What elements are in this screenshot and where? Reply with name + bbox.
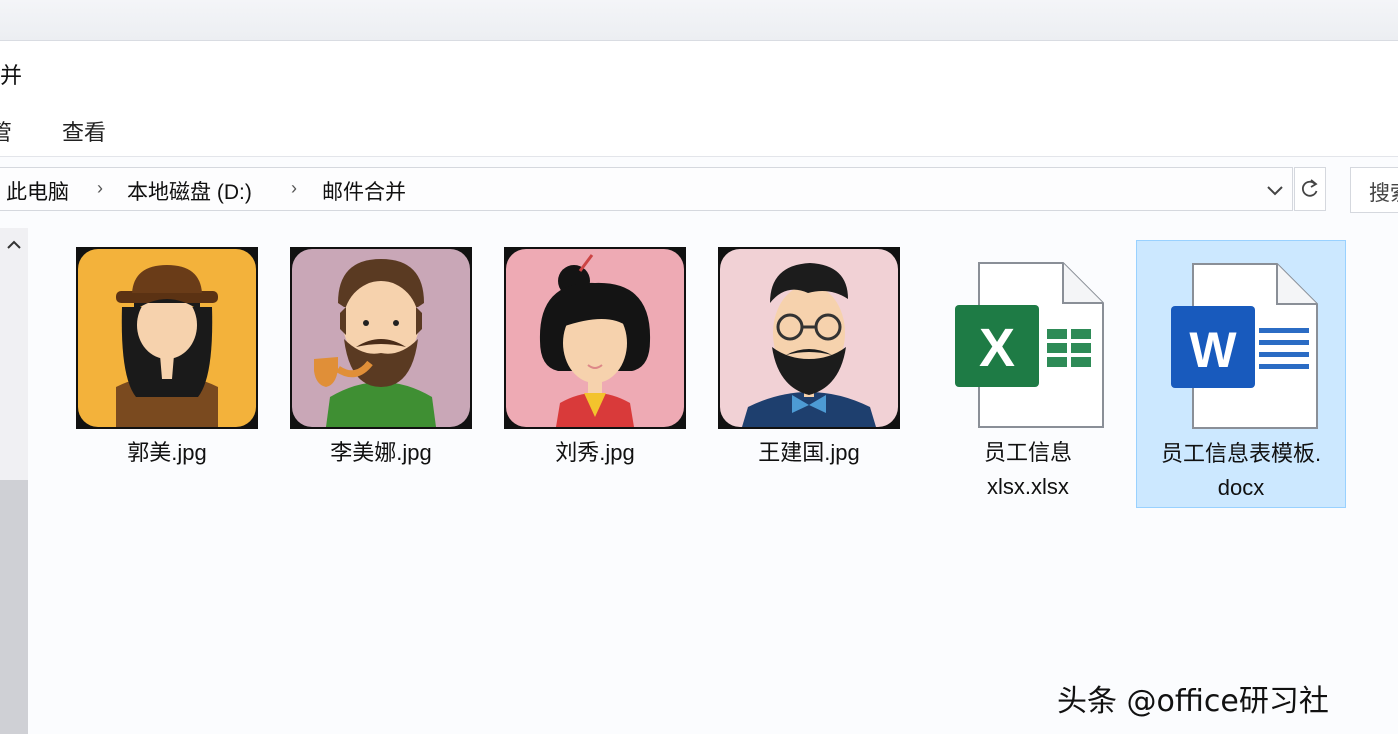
refresh-icon	[1301, 179, 1318, 197]
file-item[interactable]: 刘秀.jpg	[490, 240, 700, 508]
breadcrumb-separator[interactable]: ›	[291, 178, 297, 199]
search-input[interactable]: 搜索	[1350, 167, 1398, 213]
file-item[interactable]: 郭美.jpg	[62, 240, 272, 508]
file-item[interactable]: 李美娜.jpg	[276, 240, 486, 508]
file-name: 王建国.jpg	[758, 440, 860, 465]
file-item[interactable]: X 员工信息 xlsx.xlsx	[923, 240, 1133, 508]
man-glasses-avatar-icon	[718, 247, 900, 429]
tab-manage[interactable]: 管	[0, 115, 12, 147]
file-name: 员工信息表模板. docx	[1137, 437, 1345, 505]
file-name: 刘秀.jpg	[555, 440, 635, 465]
chevron-down-icon[interactable]	[1262, 178, 1288, 204]
title-bar	[0, 41, 1398, 101]
window-title: 并	[0, 63, 23, 88]
file-name-line: xlsx.xlsx	[987, 474, 1069, 499]
ribbon	[0, 101, 1398, 157]
refresh-button[interactable]	[1294, 167, 1326, 211]
top-strip	[0, 0, 1398, 41]
svg-text:X: X	[979, 318, 1015, 378]
breadcrumb-mail-merge[interactable]: 邮件合并	[322, 176, 406, 206]
woman-bun-avatar-icon	[504, 247, 686, 429]
file-name-line: 员工信息	[983, 440, 1072, 465]
file-name: 员工信息 xlsx.xlsx	[923, 436, 1133, 504]
breadcrumb-separator[interactable]: ›	[97, 178, 103, 199]
woman-hat-avatar-icon	[76, 247, 258, 429]
bearded-man-pipe-avatar-icon	[290, 247, 472, 429]
svg-text:W: W	[1189, 322, 1237, 378]
watermark: 头条 @office研习社	[1057, 684, 1329, 719]
scroll-up-arrow-icon[interactable]	[5, 236, 23, 254]
file-item[interactable]: 王建国.jpg	[704, 240, 914, 508]
file-name-line: docx	[1217, 475, 1265, 500]
breadcrumb-local-disk[interactable]: 本地磁盘 (D:)	[127, 176, 252, 206]
excel-file-icon: X	[955, 262, 1104, 428]
breadcrumb-this-pc[interactable]: 此电脑	[6, 176, 69, 206]
search-placeholder: 搜索	[1369, 182, 1398, 205]
tab-view[interactable]: 查看	[62, 115, 106, 147]
file-item-selected[interactable]: W 员工信息表模板. docx	[1136, 240, 1346, 508]
file-name: 郭美.jpg	[127, 440, 207, 465]
file-name: 李美娜.jpg	[330, 440, 432, 465]
scrollbar-thumb[interactable]	[0, 480, 28, 734]
word-file-icon: W	[1171, 263, 1318, 429]
file-name-line: 员工信息表模板.	[1160, 441, 1322, 466]
